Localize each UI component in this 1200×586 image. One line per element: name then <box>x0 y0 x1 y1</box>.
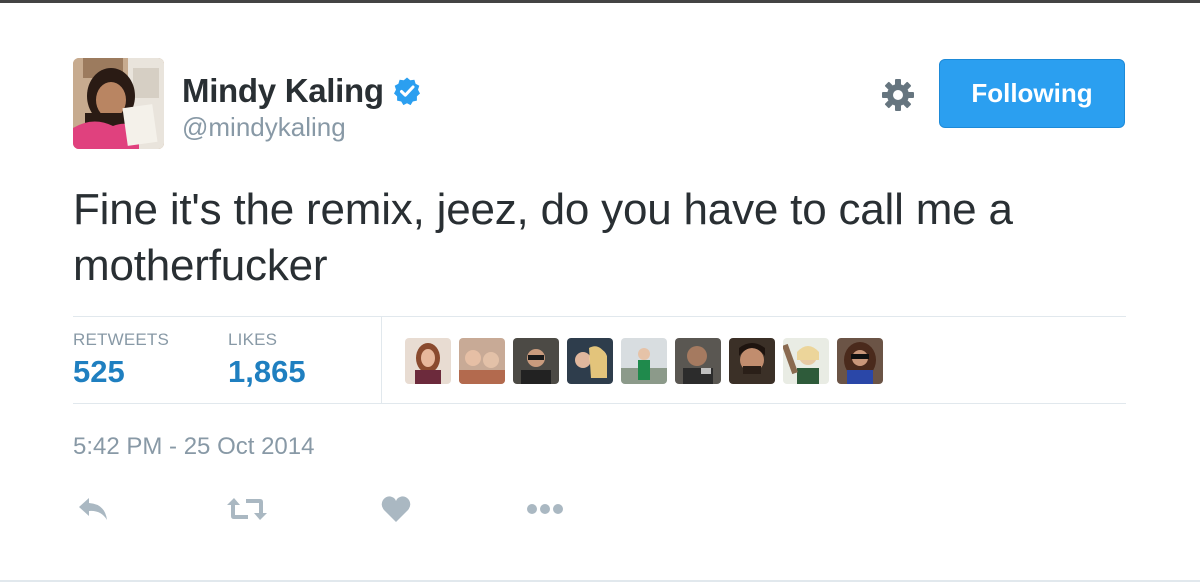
reply-button[interactable] <box>76 492 110 526</box>
retweets-label: RETWEETS <box>73 330 170 349</box>
like-button[interactable] <box>380 492 412 526</box>
author-name-row[interactable]: Mindy Kaling <box>182 70 422 112</box>
likes-stat[interactable]: LIKES 1,865 <box>228 330 306 390</box>
retweet-icon <box>227 498 267 520</box>
likes-label: LIKES <box>228 330 278 349</box>
liker-avatar[interactable] <box>405 338 451 384</box>
verified-badge-icon <box>392 76 422 106</box>
top-border <box>0 0 1200 3</box>
liker-avatar[interactable] <box>729 338 775 384</box>
likes-count: 1,865 <box>228 354 306 389</box>
stats-divider-bottom <box>73 403 1126 404</box>
display-name[interactable]: Mindy Kaling <box>182 72 384 110</box>
reply-icon <box>79 498 107 520</box>
stats-divider-vertical <box>381 317 382 403</box>
liker-avatar[interactable] <box>837 338 883 384</box>
tweet-text: Fine it's the remix, jeez, do you have t… <box>73 185 1013 290</box>
retweet-button[interactable] <box>226 492 268 526</box>
retweets-count: 525 <box>73 354 125 389</box>
liker-avatar[interactable] <box>459 338 505 384</box>
liker-avatar[interactable] <box>783 338 829 384</box>
liker-avatars <box>405 338 891 384</box>
stats-divider-top <box>73 316 1126 317</box>
liker-avatar[interactable] <box>621 338 667 384</box>
bottom-border <box>0 580 1200 582</box>
heart-icon <box>381 496 411 522</box>
following-button[interactable]: Following <box>939 59 1125 128</box>
more-button[interactable] <box>526 492 564 526</box>
tweet-timestamp[interactable]: 5:42 PM - 25 Oct 2014 <box>73 433 314 461</box>
liker-avatar[interactable] <box>513 338 559 384</box>
more-icon <box>527 504 563 514</box>
avatar[interactable] <box>73 58 164 149</box>
handle[interactable]: @mindykaling <box>182 112 346 143</box>
liker-avatar[interactable] <box>675 338 721 384</box>
retweets-stat[interactable]: RETWEETS 525 <box>73 330 169 390</box>
gear-icon[interactable] <box>880 77 916 113</box>
liker-avatar[interactable] <box>567 338 613 384</box>
